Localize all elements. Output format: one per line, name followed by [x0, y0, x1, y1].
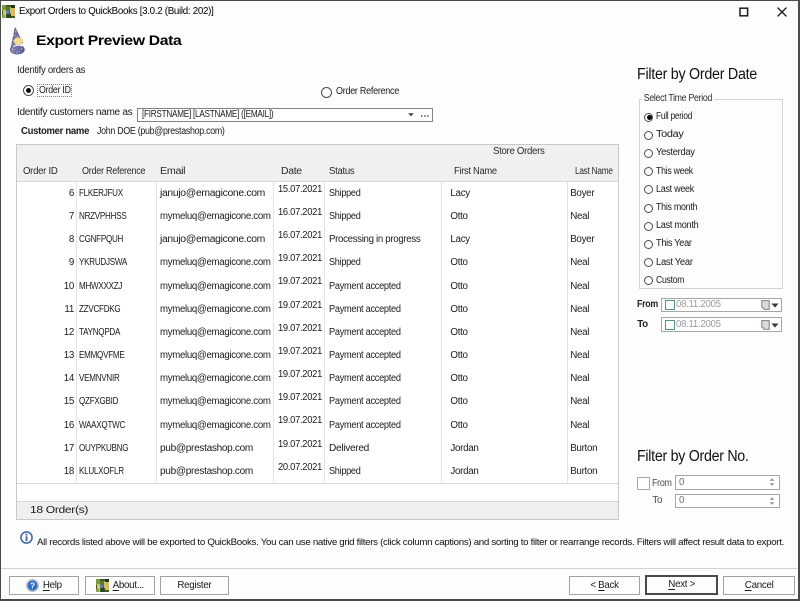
svg-text:?: ?	[30, 580, 35, 590]
